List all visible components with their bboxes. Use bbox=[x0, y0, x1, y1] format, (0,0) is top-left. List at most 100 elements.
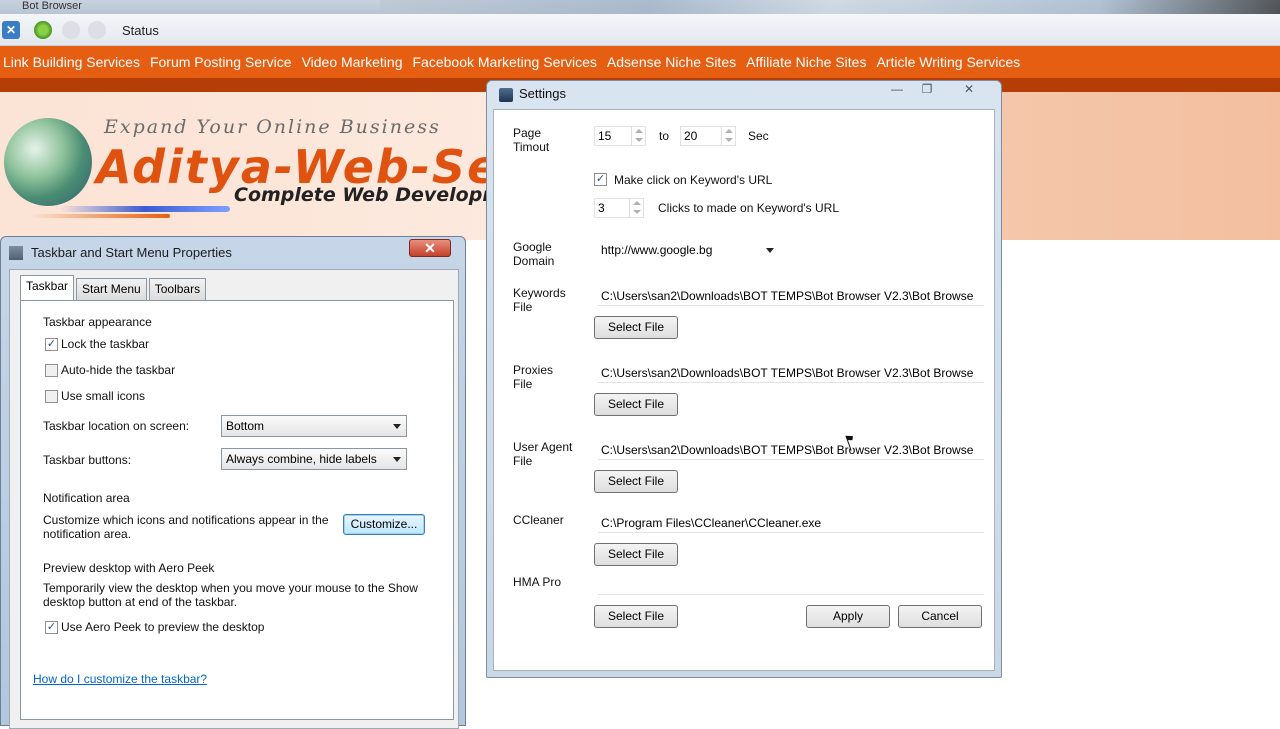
spin-down-icon[interactable] bbox=[631, 136, 645, 145]
apply-button[interactable]: Apply bbox=[806, 605, 890, 628]
nav-adsense-niche[interactable]: Adsense Niche Sites bbox=[607, 54, 736, 70]
timeout-to-label: to bbox=[659, 129, 670, 143]
tab-toolbars[interactable]: Toolbars bbox=[148, 278, 207, 300]
spin-up-icon[interactable] bbox=[631, 127, 645, 136]
site-brand-sub: Complete Web Developm bbox=[234, 184, 503, 206]
settings-app-icon bbox=[499, 88, 513, 102]
ccleaner-path[interactable]: C:\Program Files\CCleaner\CCleaner.exe bbox=[598, 513, 984, 533]
user-agent-select-file-button[interactable]: Select File bbox=[594, 470, 678, 493]
taskbar-properties-dialog: Taskbar and Start Menu Properties ✕ Task… bbox=[0, 236, 466, 729]
aero-peek-label: Use Aero Peek to preview the desktop bbox=[61, 620, 265, 634]
taskbar-properties-icon bbox=[9, 246, 23, 260]
nav-link-building[interactable]: Link Building Services bbox=[3, 54, 140, 70]
hma-select-file-button[interactable]: Select File bbox=[594, 605, 678, 628]
tab-strip: Taskbar Start Menu Toolbars bbox=[20, 275, 208, 300]
brand-swoosh-2 bbox=[30, 214, 170, 218]
settings-body: Page Timout 15 to 20 Sec ✓ Make click on… bbox=[493, 109, 995, 671]
nav-video-marketing[interactable]: Video Marketing bbox=[302, 54, 403, 70]
help-link[interactable]: How do I customize the taskbar? bbox=[33, 672, 207, 686]
keywords-file-label: Keywords File bbox=[513, 286, 566, 314]
buttons-label: Taskbar buttons: bbox=[43, 453, 132, 467]
app-title: Bot Browser bbox=[22, 0, 82, 12]
clicks-label: Clicks to made on Keyword's URL bbox=[658, 201, 840, 215]
brand-swoosh bbox=[60, 206, 230, 212]
site-nav: Link Building Services Forum Posting Ser… bbox=[0, 46, 1280, 78]
user-agent-file-path[interactable]: C:\Users\san2\Downloads\BOT TEMPS\Bot Br… bbox=[598, 440, 984, 460]
nav-facebook-marketing[interactable]: Facebook Marketing Services bbox=[413, 54, 597, 70]
aero-peek-text: Temporarily view the desktop when you mo… bbox=[43, 581, 418, 609]
ccleaner-select-file-button[interactable]: Select File bbox=[594, 543, 678, 566]
chevron-down-icon bbox=[393, 424, 401, 429]
google-domain-value: http://www.google.bg bbox=[601, 243, 713, 257]
settings-title: Settings bbox=[519, 86, 566, 101]
ccleaner-label: CCleaner bbox=[513, 513, 564, 527]
location-value: Bottom bbox=[226, 419, 265, 433]
spin-up-icon[interactable] bbox=[629, 199, 643, 208]
status-label: Status bbox=[122, 23, 159, 38]
autohide-label: Auto-hide the taskbar bbox=[61, 363, 176, 377]
timeout-to-value: 20 bbox=[684, 129, 698, 143]
globe-logo-icon bbox=[4, 118, 92, 206]
autohide-checkbox[interactable] bbox=[45, 364, 58, 377]
chevron-down-icon bbox=[766, 248, 774, 253]
buttons-value: Always combine, hide labels bbox=[226, 452, 377, 466]
timeout-to-input[interactable]: 20 bbox=[680, 126, 736, 146]
pause-icon[interactable] bbox=[62, 21, 80, 39]
minimize-icon[interactable]: — bbox=[885, 83, 909, 97]
location-label: Taskbar location on screen: bbox=[43, 419, 190, 433]
dialog-body: Taskbar Start Menu Toolbars Taskbar appe… bbox=[9, 269, 459, 729]
spin-down-icon[interactable] bbox=[629, 208, 643, 217]
close-icon[interactable]: ✕ bbox=[957, 83, 981, 97]
settings-dialog: Settings — ❐ ✕ Page Timout 15 to 20 Sec … bbox=[486, 80, 1002, 678]
customize-button[interactable]: Customize... bbox=[343, 514, 425, 535]
lock-taskbar-checkbox[interactable]: ✓ bbox=[45, 338, 58, 351]
notification-heading: Notification area bbox=[43, 491, 130, 505]
timeout-from-value: 15 bbox=[598, 129, 612, 143]
dialog-title: Taskbar and Start Menu Properties bbox=[31, 245, 232, 260]
location-select[interactable]: Bottom bbox=[221, 415, 407, 437]
small-icons-label: Use small icons bbox=[61, 389, 146, 403]
site-tagline: Expand Your Online Business bbox=[104, 116, 441, 138]
spin-up-icon[interactable] bbox=[721, 127, 735, 136]
stop-icon[interactable] bbox=[88, 21, 106, 39]
keyword-click-checkbox[interactable]: ✓ bbox=[594, 173, 607, 186]
google-domain-label: Google Domain bbox=[513, 240, 555, 268]
hma-pro-label: HMA Pro bbox=[513, 575, 562, 589]
app-logo-icon[interactable]: ✕ bbox=[2, 21, 20, 39]
proxies-file-path[interactable]: C:\Users\san2\Downloads\BOT TEMPS\Bot Br… bbox=[598, 363, 984, 383]
page-timeout-label: Page Timout bbox=[513, 126, 550, 154]
clicks-input[interactable]: 3 bbox=[594, 198, 644, 218]
nav-affiliate-niche[interactable]: Affiliate Niche Sites bbox=[746, 54, 866, 70]
cancel-button[interactable]: Cancel bbox=[898, 605, 982, 628]
start-icon[interactable] bbox=[34, 21, 52, 39]
hma-pro-path[interactable] bbox=[598, 575, 984, 595]
nav-article-writing[interactable]: Article Writing Services bbox=[876, 54, 1020, 70]
chevron-down-icon bbox=[393, 457, 401, 462]
taskbar-tab-page: Taskbar appearance ✓ Lock the taskbar Au… bbox=[20, 300, 454, 720]
user-agent-file-label: User Agent File bbox=[513, 440, 573, 468]
keywords-file-path[interactable]: C:\Users\san2\Downloads\BOT TEMPS\Bot Br… bbox=[598, 286, 984, 306]
tab-taskbar[interactable]: Taskbar bbox=[20, 275, 75, 300]
proxies-file-label: Proxies File bbox=[513, 363, 554, 391]
timeout-unit-label: Sec bbox=[748, 129, 769, 143]
maximize-icon[interactable]: ❐ bbox=[915, 83, 939, 97]
app-toolbar: ✕ Status bbox=[0, 14, 1280, 46]
keywords-select-file-button[interactable]: Select File bbox=[594, 316, 678, 339]
app-titlebar: Bot Browser bbox=[0, 0, 1280, 14]
notification-text: Customize which icons and notifications … bbox=[43, 513, 329, 541]
small-icons-checkbox[interactable] bbox=[45, 390, 58, 403]
lock-taskbar-label: Lock the taskbar bbox=[61, 337, 150, 351]
titlebar-decoration bbox=[380, 0, 1280, 14]
timeout-from-input[interactable]: 15 bbox=[594, 126, 646, 146]
buttons-select[interactable]: Always combine, hide labels bbox=[221, 448, 407, 470]
aero-peek-checkbox[interactable]: ✓ bbox=[45, 621, 58, 634]
tab-start-menu[interactable]: Start Menu bbox=[76, 278, 147, 300]
nav-forum-posting[interactable]: Forum Posting Service bbox=[150, 54, 292, 70]
google-domain-select[interactable]: http://www.google.bg bbox=[598, 240, 778, 260]
close-button[interactable]: ✕ bbox=[409, 239, 451, 257]
spin-down-icon[interactable] bbox=[721, 136, 735, 145]
keyword-click-label: Make click on Keyword's URL bbox=[614, 173, 773, 187]
clicks-value: 3 bbox=[598, 201, 605, 215]
appearance-heading: Taskbar appearance bbox=[43, 315, 152, 329]
proxies-select-file-button[interactable]: Select File bbox=[594, 393, 678, 416]
